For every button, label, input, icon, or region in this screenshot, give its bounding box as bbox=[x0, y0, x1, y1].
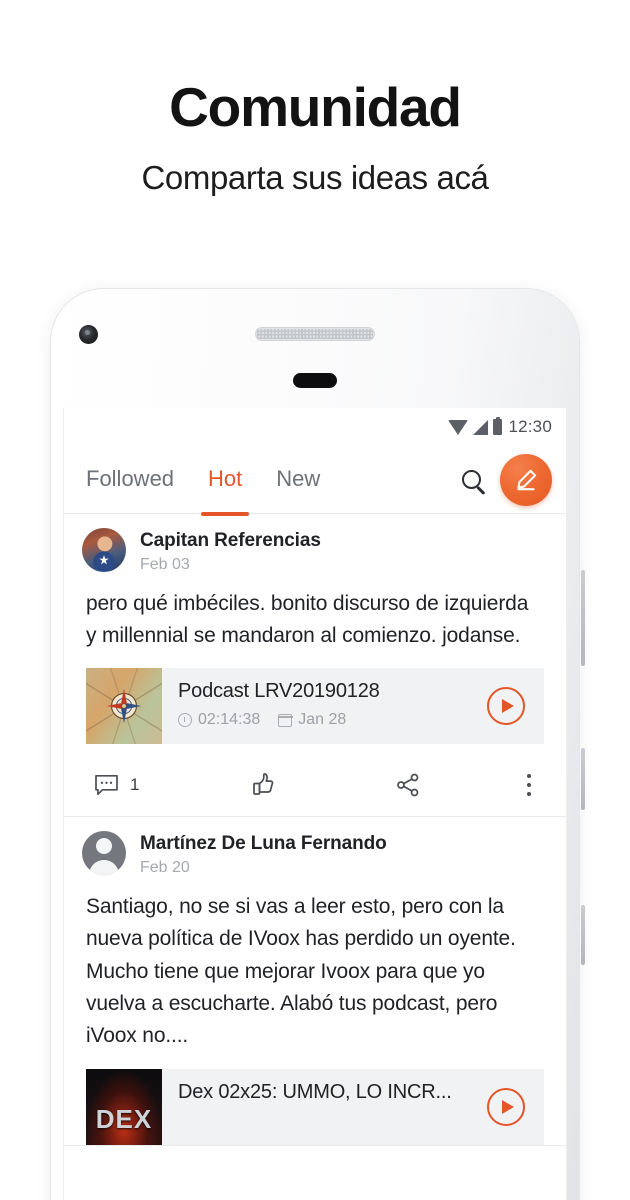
wifi-icon bbox=[448, 419, 469, 435]
power-button[interactable] bbox=[581, 748, 585, 810]
post-item[interactable]: Martínez De Luna Fernando Feb 20 Santiag… bbox=[64, 817, 566, 1146]
tab-new[interactable]: New bbox=[276, 466, 320, 494]
podcast-artwork-compass-map-icon bbox=[86, 668, 162, 745]
search-button[interactable] bbox=[450, 459, 492, 501]
post-date: Feb 03 bbox=[140, 555, 190, 573]
search-icon bbox=[461, 470, 481, 489]
post-date: Feb 20 bbox=[140, 859, 190, 877]
post-body-text: pero qué imbéciles. bonito discurso de i… bbox=[86, 591, 529, 648]
podcast-artwork-label: DEX bbox=[95, 1103, 153, 1134]
calendar-icon bbox=[277, 713, 293, 727]
side-button-lower[interactable] bbox=[581, 905, 585, 965]
post-item[interactable]: Capitan Referencias Feb 03 pero qué imbé… bbox=[64, 514, 566, 818]
status-icons bbox=[448, 416, 503, 435]
tab-bar: Followed Hot New bbox=[64, 446, 566, 516]
comment-count: 1 bbox=[130, 775, 140, 795]
podcast-info: Podcast LRV20190128 02:14:38 Jan 28 bbox=[162, 668, 468, 744]
podcast-date-group: Jan 28 bbox=[277, 711, 347, 729]
post-actions: 1 bbox=[64, 754, 566, 816]
post-feed: Capitan Referencias Feb 03 pero qué imbé… bbox=[64, 514, 566, 1146]
podcast-attachment-card[interactable]: Podcast LRV20190128 02:14:38 Jan 28 bbox=[86, 668, 544, 745]
comment-icon bbox=[95, 775, 118, 796]
phone-screen: 12:30 Followed Hot New Capitan Referenci… bbox=[63, 408, 567, 1200]
battery-icon bbox=[493, 416, 503, 435]
more-options-action[interactable] bbox=[518, 772, 540, 798]
podcast-attachment-card[interactable]: DEX Dex 02x25: UMMO, LO INCR... bbox=[86, 1068, 544, 1145]
compass-rose-icon bbox=[106, 689, 142, 724]
podcast-title[interactable]: Dex 02x25: UMMO, LO INCR... bbox=[178, 1081, 460, 1104]
tab-hot[interactable]: Hot bbox=[200, 466, 250, 516]
podcast-duration-group: 02:14:38 bbox=[178, 711, 260, 729]
status-bar: 12:30 bbox=[64, 408, 566, 446]
post-author-block: Martínez De Luna Fernando Feb 20 bbox=[140, 831, 387, 877]
signal-icon bbox=[473, 419, 489, 435]
app-store-promo-screenshot: Comunidad Comparta sus ideas acá 12:30 F… bbox=[0, 0, 630, 1200]
play-icon bbox=[487, 1087, 525, 1126]
share-icon bbox=[397, 774, 419, 797]
share-action[interactable] bbox=[373, 772, 518, 798]
clock-icon bbox=[178, 713, 192, 728]
compose-post-button[interactable] bbox=[500, 453, 552, 506]
podcast-meta: 02:14:38 Jan 28 bbox=[178, 711, 460, 729]
post-author-name[interactable]: Capitan Referencias bbox=[140, 529, 321, 553]
pencil-icon bbox=[517, 469, 537, 490]
status-bar-clock: 12:30 bbox=[508, 417, 552, 436]
sensor-pill bbox=[293, 373, 337, 388]
avatar[interactable] bbox=[82, 831, 126, 876]
page-subtitle: Comparta sus ideas acá bbox=[141, 159, 489, 197]
page-title: Comunidad bbox=[169, 76, 462, 138]
podcast-info: Dex 02x25: UMMO, LO INCR... bbox=[162, 1069, 468, 1145]
play-button[interactable] bbox=[468, 1069, 544, 1145]
post-author-block: Capitan Referencias Feb 03 bbox=[140, 528, 321, 574]
avatar-body-shape bbox=[89, 860, 119, 876]
post-header: Martínez De Luna Fernando Feb 20 bbox=[64, 831, 566, 877]
post-author-name[interactable]: Martínez De Luna Fernando bbox=[140, 832, 387, 856]
podcast-date: Jan 28 bbox=[298, 711, 347, 729]
tab-followed[interactable]: Followed bbox=[86, 466, 174, 494]
post-body-text: Santiago, no se si vas a leer esto, pero… bbox=[86, 895, 516, 1048]
play-button[interactable] bbox=[468, 668, 544, 744]
podcast-duration: 02:14:38 bbox=[198, 711, 261, 729]
avatar-head-shape bbox=[96, 838, 112, 855]
more-vertical-icon bbox=[518, 772, 540, 798]
comment-action[interactable]: 1 bbox=[94, 773, 219, 797]
podcast-artwork-dex-icon: DEX bbox=[86, 1068, 162, 1145]
promo-header: Comunidad Comparta sus ideas acá bbox=[0, 0, 630, 197]
earpiece-speaker-icon bbox=[255, 327, 375, 341]
avatar[interactable] bbox=[82, 528, 126, 572]
post-header: Capitan Referencias Feb 03 bbox=[64, 528, 566, 574]
thumbs-up-icon bbox=[253, 773, 274, 796]
volume-button[interactable] bbox=[581, 570, 585, 666]
front-camera-icon bbox=[79, 325, 98, 344]
play-icon bbox=[487, 687, 525, 726]
podcast-title[interactable]: Podcast LRV20190128 bbox=[178, 680, 460, 703]
like-action[interactable] bbox=[219, 772, 374, 798]
